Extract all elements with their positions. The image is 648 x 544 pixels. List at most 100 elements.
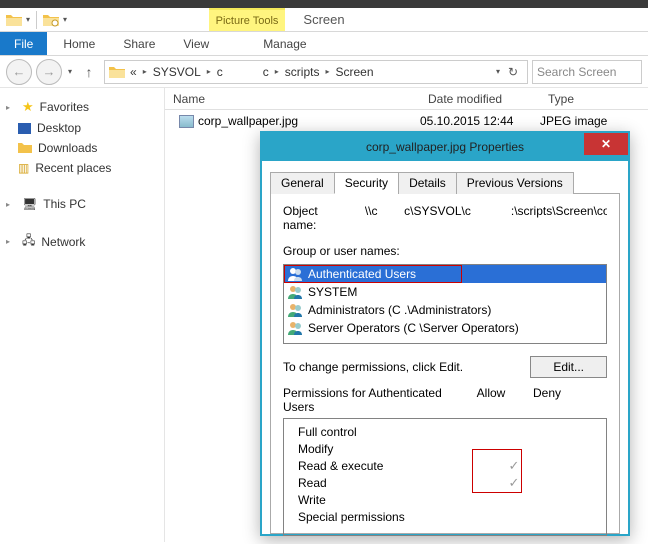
permission-row: Special permissions: [292, 508, 598, 525]
properties-dialog: corp_wallpaper.jpg Properties ✕ General …: [260, 131, 630, 536]
sidebar-item-label: Desktop: [37, 121, 81, 135]
sidebar-item-favorites[interactable]: ▸ ★ Favorites: [0, 96, 164, 118]
chevron-right-icon: ▸: [274, 67, 280, 76]
chevron-down-icon[interactable]: ▾: [495, 67, 501, 76]
column-date[interactable]: Date modified: [420, 92, 540, 106]
breadcrumb-overflow[interactable]: «: [127, 65, 140, 79]
desktop-icon: [18, 123, 31, 134]
search-input[interactable]: Search Screen: [532, 60, 642, 84]
file-name: corp_wallpaper.jpg: [198, 114, 298, 128]
tab-view[interactable]: View: [169, 32, 223, 55]
breadcrumb-segment[interactable]: scripts: [282, 65, 323, 79]
back-button[interactable]: ←: [6, 59, 32, 85]
tab-manage[interactable]: Manage: [249, 32, 320, 55]
column-type[interactable]: Type: [540, 92, 648, 106]
recent-places-icon: ▥: [18, 161, 29, 175]
chevron-right-icon: ▸: [6, 200, 16, 209]
principal-row[interactable]: Authenticated Users: [284, 265, 606, 283]
sidebar-item-label: This PC: [43, 197, 86, 211]
sidebar-item-label: Favorites: [40, 100, 89, 114]
qat-customize-icon[interactable]: ▾: [63, 15, 67, 24]
principal-name: SYSTEM: [308, 285, 357, 299]
chevron-right-icon: ▸: [6, 103, 16, 112]
tab-share[interactable]: Share: [109, 32, 169, 55]
group-users-label: Group or user names:: [283, 244, 607, 258]
chevron-right-icon: ▸: [324, 67, 330, 76]
dialog-titlebar[interactable]: corp_wallpaper.jpg Properties ✕: [262, 133, 628, 161]
sidebar-item-recent[interactable]: ▥ Recent places: [0, 158, 164, 178]
column-name[interactable]: Name: [165, 92, 420, 106]
tab-home[interactable]: Home: [49, 32, 109, 55]
edit-button[interactable]: Edit...: [530, 356, 607, 378]
check-icon: ✓: [486, 458, 542, 474]
contextual-tab-label: Picture Tools: [209, 8, 285, 31]
dialog-title: corp_wallpaper.jpg Properties: [366, 140, 524, 154]
file-row[interactable]: corp_wallpaper.jpg 05.10.2015 12:44 JPEG…: [165, 110, 648, 132]
permission-row: Write: [292, 491, 598, 508]
history-dropdown-icon[interactable]: ▾: [66, 67, 74, 76]
forward-button[interactable]: →: [36, 59, 62, 85]
folder-icon: [6, 13, 22, 27]
tab-previous-versions[interactable]: Previous Versions: [456, 172, 574, 194]
sidebar-item-label: Recent places: [35, 161, 111, 175]
sidebar-item-label: Network: [41, 235, 85, 249]
breadcrumb[interactable]: « ▸ SYSVOL ▸ c c ▸ scripts ▸ Screen ▾ ↻: [104, 60, 528, 84]
sidebar-item-desktop[interactable]: Desktop: [0, 118, 164, 138]
up-button[interactable]: ↑: [78, 61, 100, 83]
object-name-label: Object name:: [283, 204, 347, 232]
ribbon-tabs: File Home Share View Manage: [0, 32, 648, 56]
downloads-icon: [18, 142, 32, 154]
principal-name: Server Operators (C \Server Operators): [308, 321, 519, 335]
tab-details[interactable]: Details: [398, 172, 457, 194]
close-button[interactable]: ✕: [584, 133, 628, 155]
file-date: 05.10.2015 12:44: [420, 114, 540, 128]
navigation-sidebar: ▸ ★ Favorites Desktop Downloads ▥ Recent…: [0, 88, 165, 542]
sidebar-item-thispc[interactable]: ▸ 🖥 This PC: [0, 194, 164, 214]
users-icon: [288, 285, 304, 299]
users-icon: [288, 267, 304, 281]
principal-row[interactable]: Administrators (C .\Administrators): [284, 301, 606, 319]
tab-security[interactable]: Security: [334, 172, 399, 194]
breadcrumb-segment[interactable]: c: [260, 65, 272, 79]
breadcrumb-segment[interactable]: Screen: [332, 65, 376, 79]
breadcrumb-segment[interactable]: SYSVOL: [150, 65, 204, 79]
permission-row: Full control: [292, 423, 598, 440]
users-icon: [288, 303, 304, 317]
users-icon: [288, 321, 304, 335]
tab-general[interactable]: General: [270, 172, 335, 194]
principal-row[interactable]: Server Operators (C \Server Operators): [284, 319, 606, 337]
principal-name: Administrators (C .\Administrators): [308, 303, 491, 317]
image-file-icon: [179, 115, 194, 128]
sidebar-item-network[interactable]: ▸ 🖧 Network: [0, 228, 164, 255]
permission-row: Modify: [292, 440, 598, 457]
refresh-icon[interactable]: ↻: [503, 65, 523, 79]
file-list-pane: Name Date modified Type corp_wallpaper.j…: [165, 88, 648, 542]
network-icon: 🖧: [22, 231, 35, 252]
principals-listbox[interactable]: Authenticated Users SYSTEM Administrator…: [283, 264, 607, 344]
computer-icon: 🖥: [22, 197, 37, 211]
permission-row: Read✓: [292, 474, 598, 491]
deny-header: Deny: [519, 386, 575, 414]
security-tab-content: Object name: \\c c\SYSVOL\c :\scripts\Sc…: [270, 194, 620, 534]
permission-row: Read & execute✓: [292, 457, 598, 474]
dialog-tabs: General Security Details Previous Versio…: [270, 171, 620, 194]
object-name-value: \\c c\SYSVOL\c :\scripts\Screen\corp_w: [365, 204, 607, 232]
star-icon: ★: [22, 99, 34, 115]
app-titlebar-top: [0, 0, 648, 8]
permissions-listbox: Full control Modify Read & execute✓ Read…: [283, 418, 607, 536]
folder-icon: [109, 65, 125, 79]
breadcrumb-segment[interactable]: c: [214, 65, 226, 79]
change-permissions-text: To change permissions, click Edit.: [283, 360, 516, 374]
sidebar-item-label: Downloads: [38, 141, 97, 155]
new-folder-icon[interactable]: [43, 13, 59, 27]
chevron-right-icon: ▸: [206, 67, 212, 76]
permissions-for-label: Permissions for Authenticated Users: [283, 386, 463, 414]
close-icon: ✕: [601, 137, 611, 151]
column-headers[interactable]: Name Date modified Type: [165, 88, 648, 110]
check-icon: ✓: [486, 475, 542, 491]
qat-properties-icon[interactable]: ▾: [26, 15, 30, 24]
chevron-right-icon: ▸: [6, 237, 16, 246]
sidebar-item-downloads[interactable]: Downloads: [0, 138, 164, 158]
principal-row[interactable]: SYSTEM: [284, 283, 606, 301]
tab-file[interactable]: File: [0, 32, 47, 55]
